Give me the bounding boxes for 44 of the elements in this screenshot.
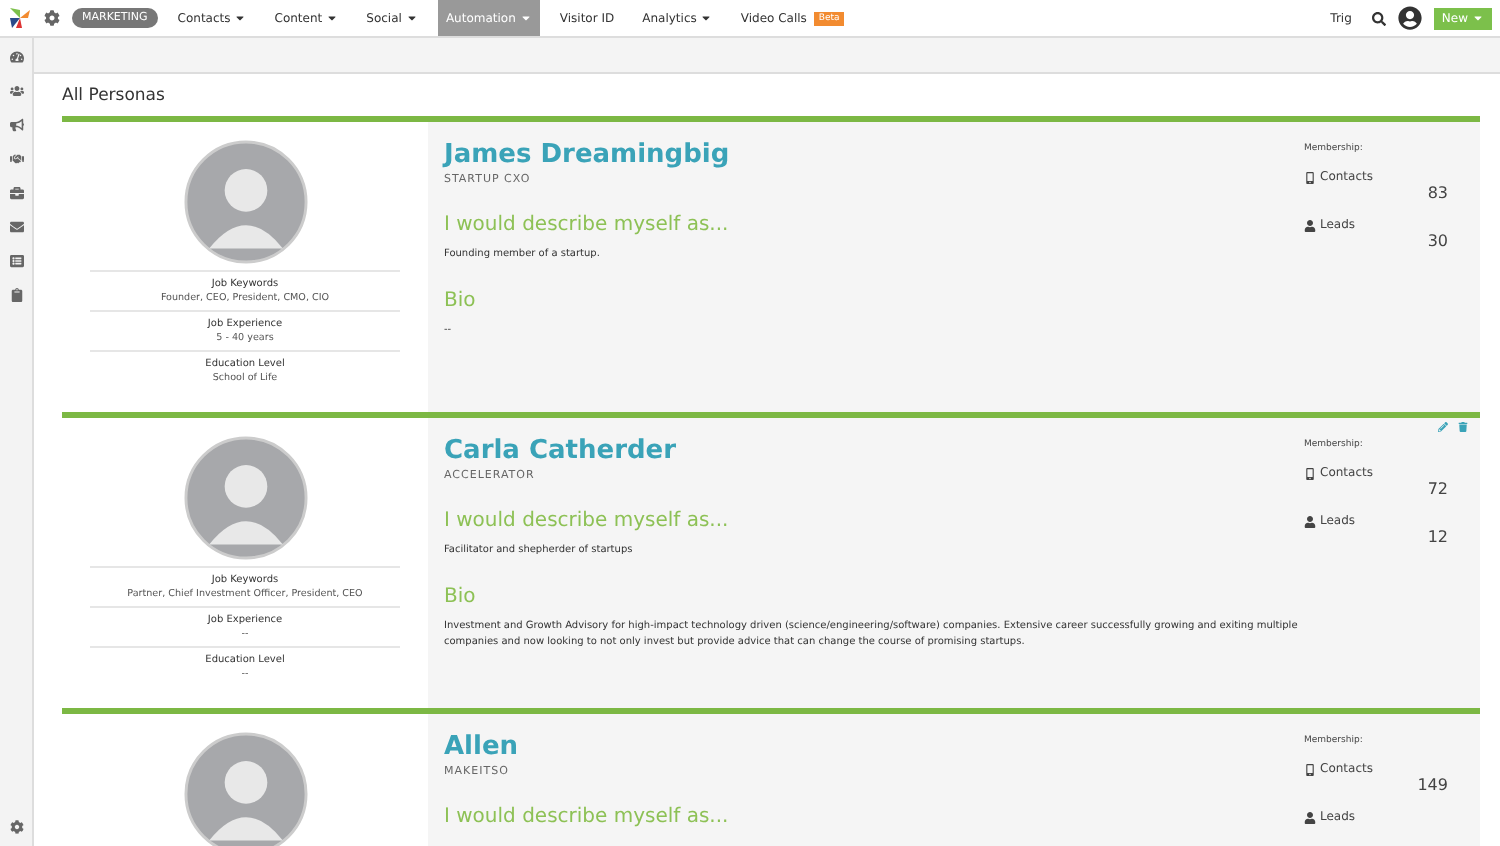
phone-icon	[1304, 763, 1316, 775]
phone-icon	[1304, 171, 1316, 183]
caret-icon	[700, 12, 713, 24]
caret-icon	[1472, 12, 1484, 24]
caret-icon	[326, 12, 339, 24]
section-heading: I would describe myself as...	[444, 214, 731, 236]
persona-name: Carla Catherder	[444, 436, 679, 466]
contacts-icon[interactable]	[9, 84, 23, 98]
contacts-count: 149	[1417, 776, 1448, 794]
dashboard-icon[interactable]	[9, 50, 23, 64]
persona-name: James Dreamingbig	[444, 140, 732, 170]
settings-icon[interactable]	[9, 820, 23, 834]
avatar-icon[interactable]	[1397, 6, 1422, 30]
phone-icon	[1304, 467, 1316, 479]
leads-count: 12	[1427, 528, 1448, 546]
person-icon	[1304, 219, 1316, 231]
persona-name: Allen	[444, 732, 521, 762]
delete-icon[interactable]	[1458, 422, 1468, 432]
contacts-count: 72	[1427, 480, 1448, 498]
megaphone-icon[interactable]	[9, 118, 23, 132]
clipboard-icon[interactable]	[9, 288, 23, 302]
envelope-icon[interactable]	[9, 220, 23, 234]
list-icon[interactable]	[9, 254, 23, 268]
logo-icon[interactable]	[8, 6, 32, 30]
avatar-silhouette	[183, 140, 307, 264]
avatar-silhouette	[183, 436, 307, 560]
handshake-icon[interactable]	[9, 152, 23, 166]
person-icon	[1304, 515, 1316, 527]
person-icon	[1304, 811, 1316, 823]
avatar-silhouette	[183, 732, 307, 846]
caret-icon	[519, 12, 532, 24]
settings-icon[interactable]	[44, 10, 60, 26]
briefcase-icon[interactable]	[9, 186, 23, 200]
contacts-count: 83	[1427, 184, 1448, 202]
leads-count: 30	[1427, 232, 1448, 250]
section-heading: I would describe myself as...	[444, 806, 731, 828]
edit-icon[interactable]	[1438, 422, 1448, 432]
caret-icon	[405, 12, 418, 24]
page-title: All Personas	[60, 84, 167, 110]
section-heading: Bio	[444, 290, 478, 312]
search-icon[interactable]	[1371, 11, 1386, 25]
section-heading: I would describe myself as...	[444, 510, 731, 532]
section-heading: Bio	[444, 586, 478, 608]
caret-icon	[234, 12, 247, 24]
